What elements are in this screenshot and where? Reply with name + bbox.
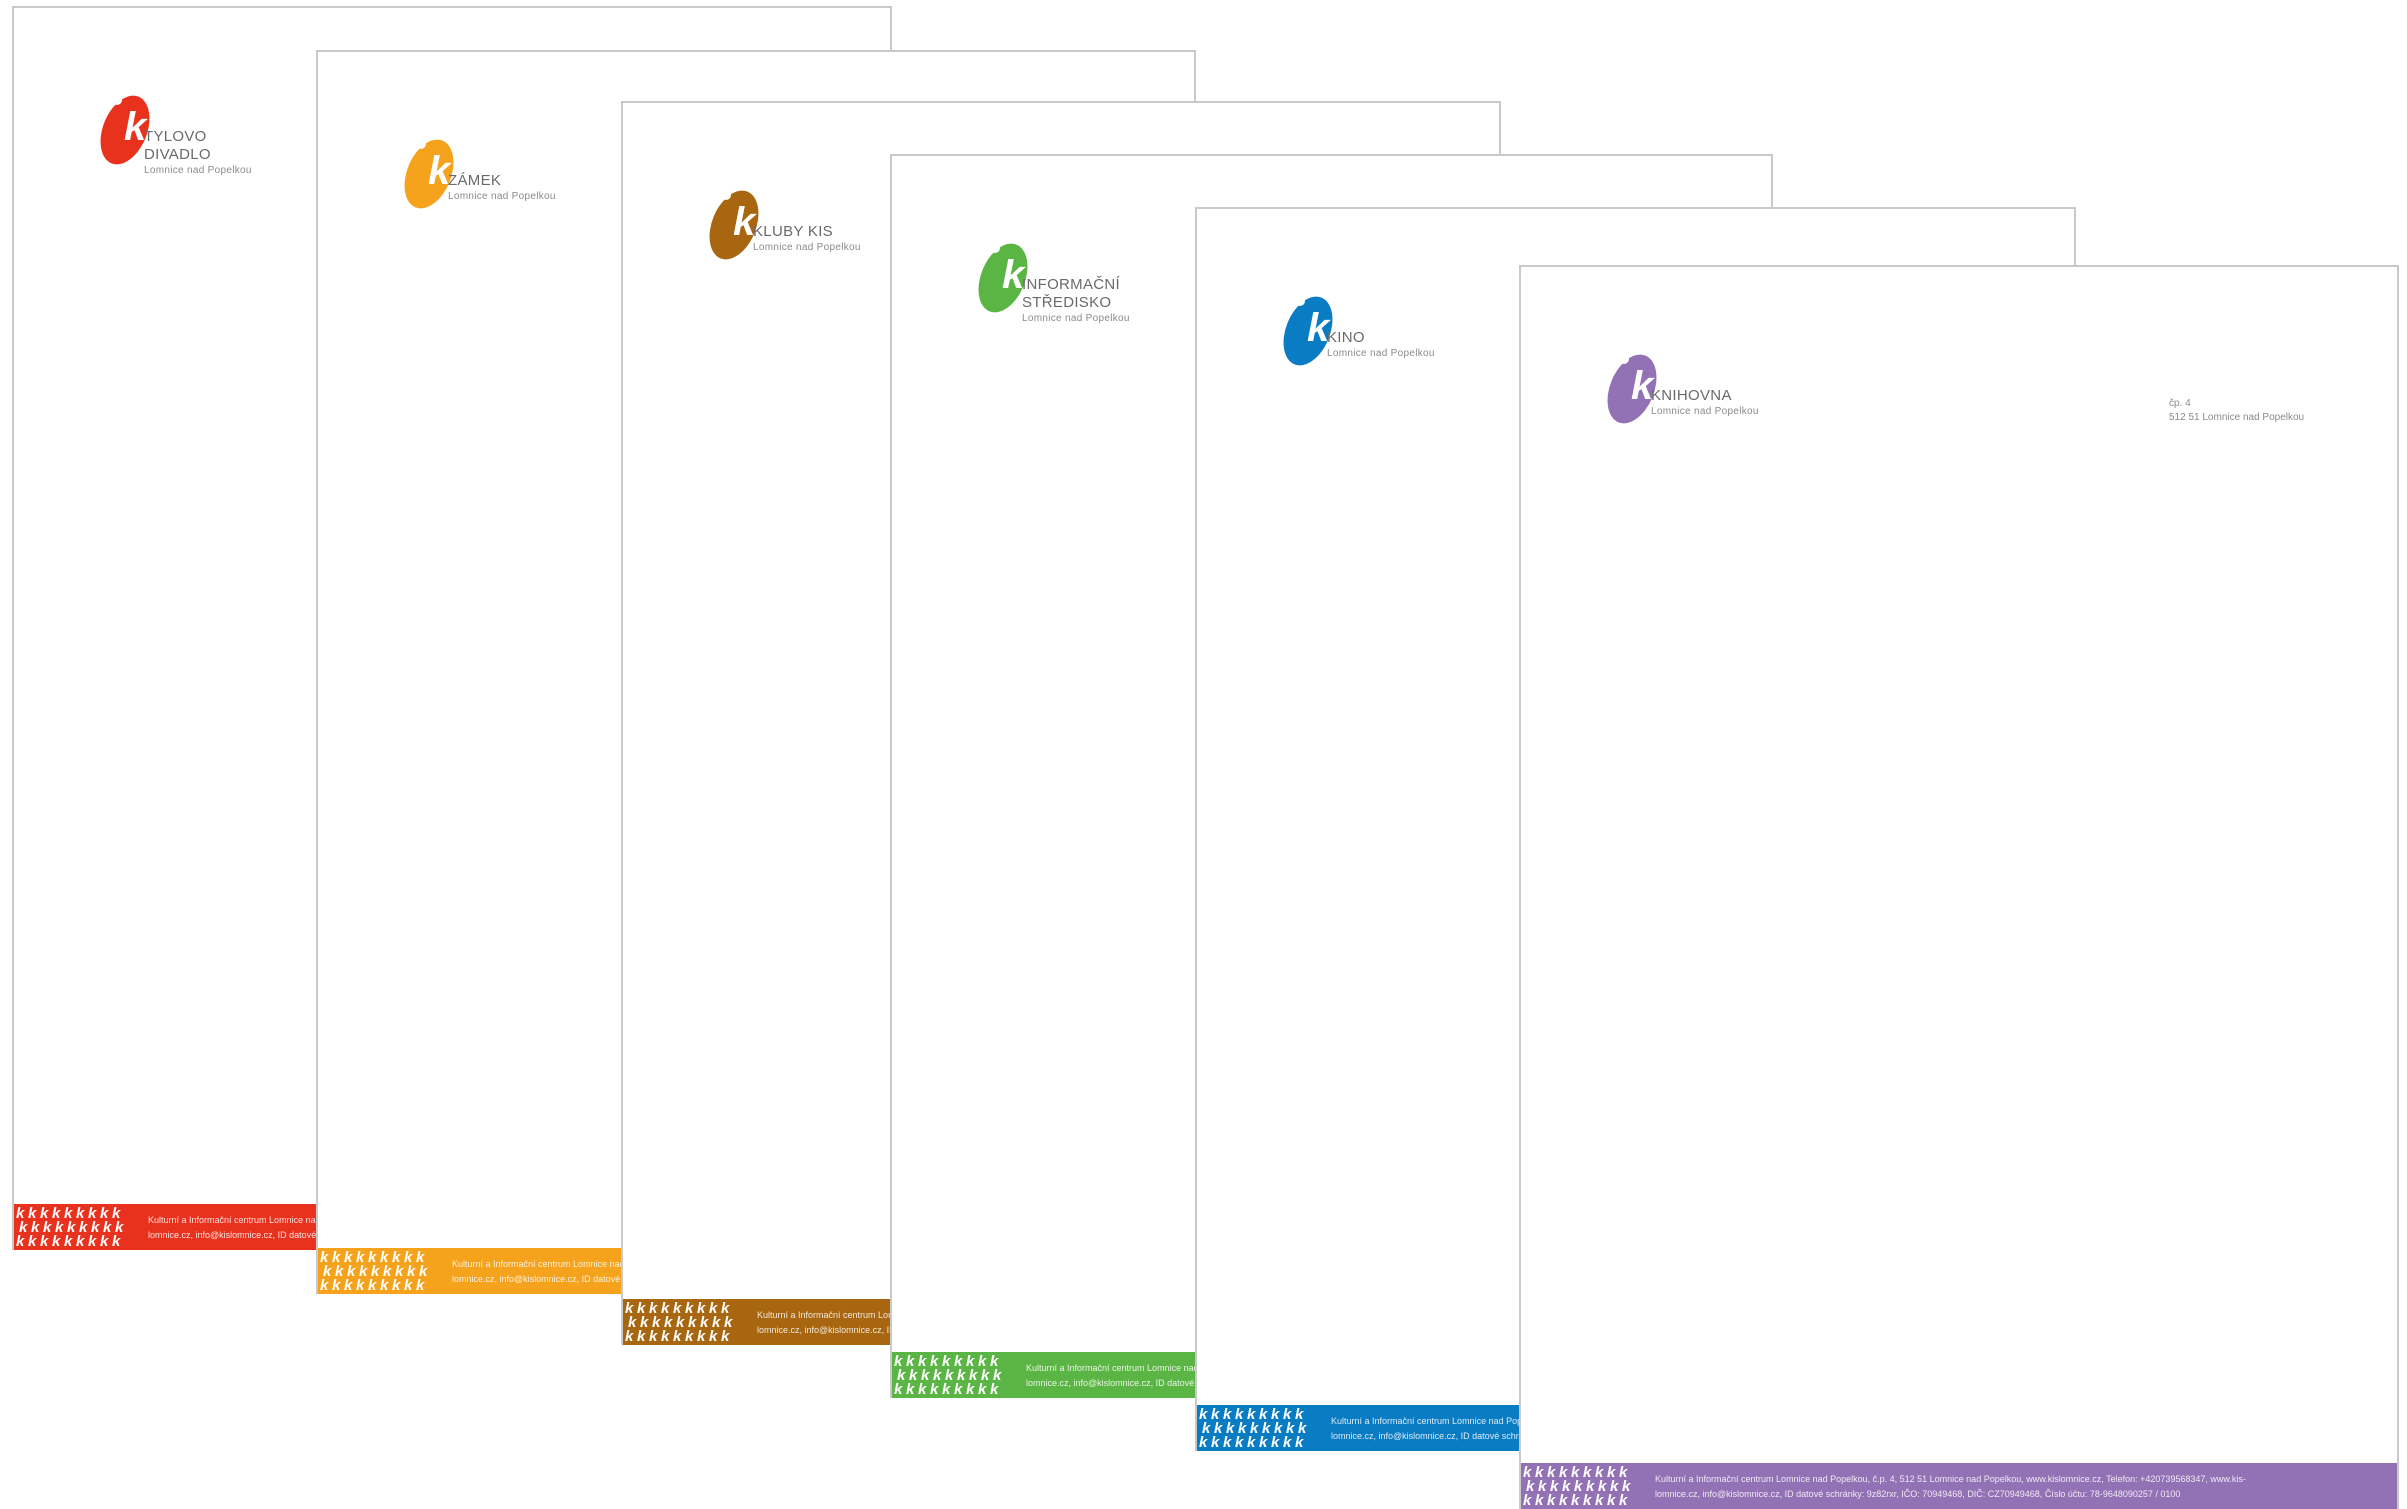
k-pattern-glyph: k (344, 1277, 353, 1294)
k-pattern-glyph: k (64, 1233, 73, 1250)
unit-name-line: INFORMAČNÍ (1022, 276, 1120, 293)
k-pattern-glyph: k (894, 1381, 903, 1398)
k-pattern-glyph: k (1271, 1434, 1280, 1451)
k-pattern-glyph: k (28, 1233, 37, 1250)
k-pattern-glyph: k (368, 1277, 377, 1294)
k-pattern-glyph: k (918, 1381, 927, 1398)
k-pattern-icon: k k k k k k k k kk k k k k k k k kk k k k k k k k k (1523, 1464, 1631, 1509)
k-pattern-glyph: k (978, 1381, 987, 1398)
unit-place: Lomnice nad Popelkou (1651, 406, 1759, 417)
k-pattern-glyph: k (320, 1277, 329, 1294)
k-pattern-glyph: k (356, 1277, 365, 1294)
address-line: čp. 4 (2169, 398, 2191, 409)
k-pattern-glyph: k (990, 1381, 999, 1398)
k-pattern-glyph: k (1211, 1434, 1220, 1451)
k-pattern-glyph: k (1583, 1492, 1592, 1509)
k-pattern-glyph: k (1247, 1434, 1256, 1451)
k-pattern-glyph: k (404, 1277, 413, 1294)
k-pattern-glyph: k (637, 1328, 646, 1345)
unit-name: INFORMAČNÍ STŘEDISKO Lomnice nad Popelko… (1022, 276, 1130, 325)
k-pattern-glyph: k (1559, 1492, 1568, 1509)
footer-line: Kulturní a Informační centrum Lomnice na… (1655, 1474, 2246, 1484)
k-pattern-glyph: k (661, 1328, 670, 1345)
k-pattern-icon: k k k k k k k k kk k k k k k k k kk k k k k k k k k (894, 1353, 1002, 1398)
k-pattern-glyph: k (1607, 1492, 1616, 1509)
unit-name-line: KINO (1327, 329, 1365, 346)
k-pattern-glyph: k (112, 1233, 121, 1250)
sender-address: čp. 4 512 51 Lomnice nad Popelkou (2169, 397, 2304, 425)
k-pattern-glyph: k (1223, 1434, 1232, 1451)
k-pattern-glyph: k (697, 1328, 706, 1345)
k-pattern-glyph: k (16, 1233, 25, 1250)
unit-name-line: KLUBY KIS (753, 223, 833, 240)
unit-name: KNIHOVNA Lomnice nad Popelkou (1651, 387, 1759, 418)
k-pattern-glyph: k (942, 1381, 951, 1398)
k-pattern-glyph: k (906, 1381, 915, 1398)
unit-place: Lomnice nad Popelkou (448, 191, 556, 202)
unit-place: Lomnice nad Popelkou (1022, 313, 1130, 324)
k-pattern-glyph: k (76, 1233, 85, 1250)
k-pattern-glyph: k (1547, 1492, 1556, 1509)
footer-band: kkkkkkkkkkkkkkkkkkkkkkkkkkk Kulturní a I… (1521, 1463, 2397, 1509)
k-pattern-glyph: k (625, 1328, 634, 1345)
unit-name-line: DIVADLO (144, 146, 211, 163)
k-pattern-icon: k k k k k k k k kk k k k k k k k kk k k k k k k k k (16, 1205, 124, 1250)
k-pattern-glyph: k (392, 1277, 401, 1294)
unit-name: KLUBY KIS Lomnice nad Popelkou (753, 223, 861, 254)
address-line: 512 51 Lomnice nad Popelkou (2169, 412, 2305, 423)
k-pattern-glyph: k (685, 1328, 694, 1345)
k-pattern-glyph: k (100, 1233, 109, 1250)
k-pattern-glyph: k (1295, 1434, 1304, 1451)
unit-name-line: STŘEDISKO (1022, 294, 1112, 311)
unit-name-line: KNIHOVNA (1651, 387, 1732, 404)
k-pattern-icon: k k k k k k k k kk k k k k k k k kk k k k k k k k k (625, 1300, 733, 1345)
k-pattern-glyph: k (954, 1381, 963, 1398)
k-pattern-glyph: k (88, 1233, 97, 1250)
unit-name: TYLOVO DIVADLO Lomnice nad Popelkou (144, 128, 252, 177)
k-pattern-glyph: k (966, 1381, 975, 1398)
k-pattern-glyph: k (40, 1233, 49, 1250)
k-pattern-glyph: k (930, 1381, 939, 1398)
k-pattern-glyph: k (380, 1277, 389, 1294)
footer-line: lomnice.cz, info@kislomnice.cz, ID datov… (1655, 1489, 2181, 1499)
k-pattern-icon: k k k k k k k k kk k k k k k k k kk k k k k k k k k (1199, 1406, 1307, 1451)
unit-place: Lomnice nad Popelkou (1327, 348, 1435, 359)
unit-name-line: ZÁMEK (448, 172, 502, 189)
k-pattern-glyph: k (1619, 1492, 1628, 1509)
k-pattern-glyph: k (1523, 1492, 1532, 1509)
letterhead-sheet-knihovna: k KNIHOVNA Lomnice nad Popelkou čp. 4 51… (1519, 265, 2399, 1509)
unit-name: ZÁMEK Lomnice nad Popelkou (448, 172, 556, 203)
k-pattern-glyph: k (673, 1328, 682, 1345)
unit-place: Lomnice nad Popelkou (753, 242, 861, 253)
k-pattern-glyph: k (52, 1233, 61, 1250)
k-pattern-glyph: k (1283, 1434, 1292, 1451)
k-pattern-icon: k k k k k k k k kk k k k k k k k kk k k k k k k k k (320, 1249, 428, 1294)
unit-place: Lomnice nad Popelkou (144, 165, 252, 176)
k-pattern-glyph: k (1199, 1434, 1208, 1451)
k-pattern-glyph: k (1571, 1492, 1580, 1509)
k-pattern-glyph: k (1535, 1492, 1544, 1509)
k-pattern-glyph: k (332, 1277, 341, 1294)
k-pattern-glyph: k (721, 1328, 730, 1345)
unit-name-line: TYLOVO (144, 128, 207, 145)
k-pattern-glyph: k (1595, 1492, 1604, 1509)
unit-name: KINO Lomnice nad Popelkou (1327, 329, 1435, 360)
k-pattern-glyph: k (1235, 1434, 1244, 1451)
k-pattern-glyph: k (649, 1328, 658, 1345)
k-pattern-glyph: k (1259, 1434, 1268, 1451)
footer-text: Kulturní a Informační centrum Lomnice na… (1655, 1472, 2389, 1502)
k-pattern-glyph: k (416, 1277, 425, 1294)
k-pattern-glyph: k (709, 1328, 718, 1345)
